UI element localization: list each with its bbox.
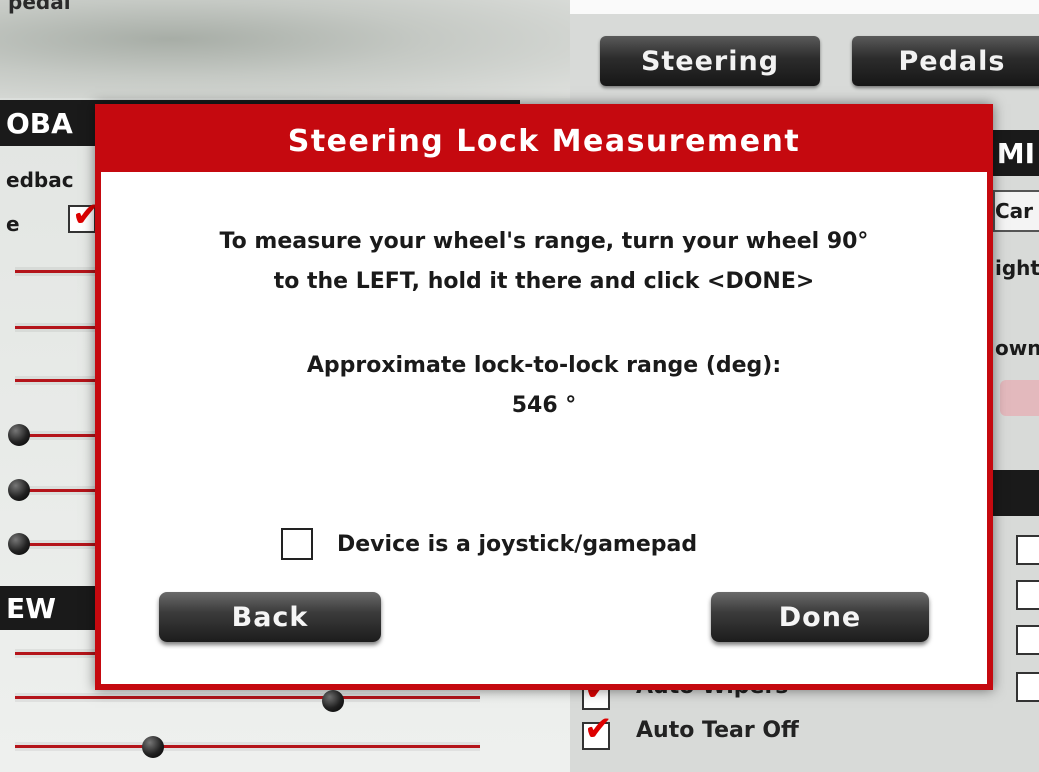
range-value: 546 °	[511, 393, 577, 418]
instruction-line-2: to the LEFT, hold it there and click <DO…	[273, 269, 815, 294]
option-label: e	[6, 212, 20, 236]
slider-track[interactable]	[15, 693, 480, 702]
slider-track[interactable]	[15, 267, 105, 276]
right-checkbox[interactable]	[1016, 535, 1039, 565]
pink-field	[1000, 380, 1039, 416]
slider-track[interactable]	[15, 376, 105, 385]
slider-track[interactable]	[15, 323, 105, 332]
slider-track[interactable]	[15, 649, 105, 658]
slider-knob[interactable]	[8, 424, 30, 446]
right-checkbox[interactable]	[1016, 625, 1039, 655]
right-label: ight	[995, 256, 1039, 280]
slider-track[interactable]	[15, 742, 480, 751]
dialog-title: Steering Lock Measurement	[101, 110, 987, 172]
auto-tear-off-label: Auto Tear Off	[636, 718, 799, 743]
view-section-header: EW	[0, 586, 110, 630]
background-photo	[0, 0, 570, 98]
dialog-body: To measure your wheel's range, turn your…	[101, 172, 987, 684]
down-label: own	[995, 336, 1039, 360]
car-label: Car	[995, 199, 1034, 223]
feedback-label: edbac	[6, 168, 74, 192]
slider-knob[interactable]	[8, 533, 30, 555]
range-label: Approximate lock-to-lock range (deg):	[306, 353, 782, 378]
steering-lock-dialog: Steering Lock Measurement To measure you…	[95, 104, 993, 690]
right-checkbox[interactable]	[1016, 580, 1039, 610]
slider-knob[interactable]	[142, 736, 164, 758]
pedals-tab-button[interactable]: Pedals	[852, 36, 1039, 86]
done-button[interactable]: Done	[711, 592, 929, 642]
slider-knob[interactable]	[322, 690, 344, 712]
right-checkbox[interactable]	[1016, 672, 1039, 702]
slider-knob[interactable]	[8, 479, 30, 501]
checkmark-icon: ✔	[584, 709, 613, 749]
joystick-option[interactable]: Device is a joystick/gamepad	[281, 528, 697, 560]
joystick-label: Device is a joystick/gamepad	[337, 531, 698, 557]
background-top-label: pedal	[8, 0, 71, 14]
back-button[interactable]: Back	[159, 592, 381, 642]
steering-tab-button[interactable]: Steering	[600, 36, 820, 86]
instruction-text: To measure your wheel's range, turn your…	[101, 222, 987, 302]
joystick-checkbox[interactable]	[281, 528, 313, 560]
instruction-line-1: To measure your wheel's range, turn your…	[219, 229, 869, 254]
